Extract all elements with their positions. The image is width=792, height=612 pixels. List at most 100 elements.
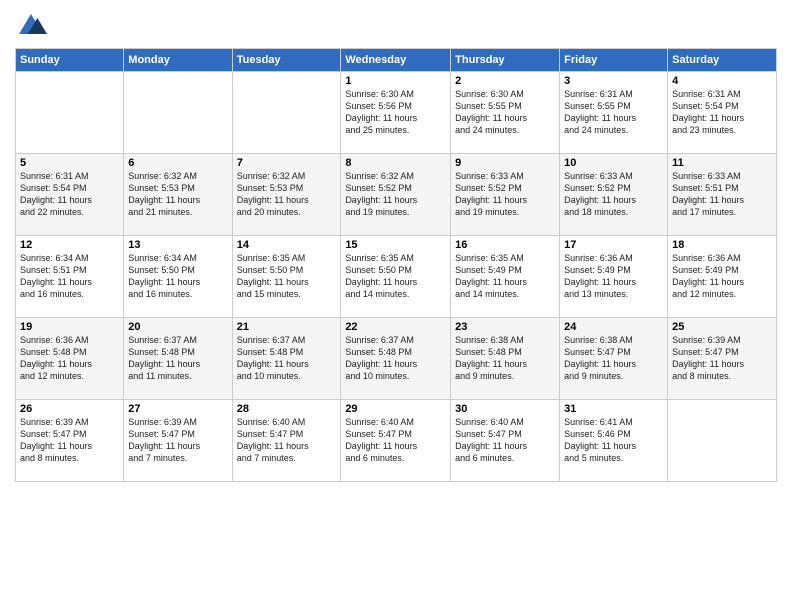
weekday-header-saturday: Saturday <box>668 49 777 72</box>
day-info: Sunrise: 6:34 AM Sunset: 5:50 PM Dayligh… <box>128 252 227 301</box>
day-info: Sunrise: 6:37 AM Sunset: 5:48 PM Dayligh… <box>237 334 337 383</box>
calendar-cell: 21Sunrise: 6:37 AM Sunset: 5:48 PM Dayli… <box>232 318 341 400</box>
day-info: Sunrise: 6:32 AM Sunset: 5:52 PM Dayligh… <box>345 170 446 219</box>
logo <box>15 10 51 42</box>
calendar-cell: 24Sunrise: 6:38 AM Sunset: 5:47 PM Dayli… <box>560 318 668 400</box>
day-info: Sunrise: 6:35 AM Sunset: 5:50 PM Dayligh… <box>345 252 446 301</box>
day-info: Sunrise: 6:40 AM Sunset: 5:47 PM Dayligh… <box>237 416 337 465</box>
calendar-cell: 10Sunrise: 6:33 AM Sunset: 5:52 PM Dayli… <box>560 154 668 236</box>
day-info: Sunrise: 6:38 AM Sunset: 5:48 PM Dayligh… <box>455 334 555 383</box>
weekday-header-wednesday: Wednesday <box>341 49 451 72</box>
calendar-cell: 7Sunrise: 6:32 AM Sunset: 5:53 PM Daylig… <box>232 154 341 236</box>
calendar-cell: 2Sunrise: 6:30 AM Sunset: 5:55 PM Daylig… <box>451 72 560 154</box>
day-number: 2 <box>455 75 555 87</box>
calendar-cell: 26Sunrise: 6:39 AM Sunset: 5:47 PM Dayli… <box>16 400 124 482</box>
day-info: Sunrise: 6:41 AM Sunset: 5:46 PM Dayligh… <box>564 416 663 465</box>
calendar-week-row-1: 1Sunrise: 6:30 AM Sunset: 5:56 PM Daylig… <box>16 72 777 154</box>
day-number: 18 <box>672 239 772 251</box>
day-info: Sunrise: 6:31 AM Sunset: 5:54 PM Dayligh… <box>20 170 119 219</box>
day-number: 25 <box>672 321 772 333</box>
header-row <box>15 10 777 42</box>
day-info: Sunrise: 6:40 AM Sunset: 5:47 PM Dayligh… <box>345 416 446 465</box>
day-info: Sunrise: 6:37 AM Sunset: 5:48 PM Dayligh… <box>345 334 446 383</box>
calendar-cell: 17Sunrise: 6:36 AM Sunset: 5:49 PM Dayli… <box>560 236 668 318</box>
day-info: Sunrise: 6:39 AM Sunset: 5:47 PM Dayligh… <box>672 334 772 383</box>
day-number: 17 <box>564 239 663 251</box>
day-info: Sunrise: 6:32 AM Sunset: 5:53 PM Dayligh… <box>128 170 227 219</box>
day-info: Sunrise: 6:35 AM Sunset: 5:50 PM Dayligh… <box>237 252 337 301</box>
day-number: 21 <box>237 321 337 333</box>
calendar-cell: 31Sunrise: 6:41 AM Sunset: 5:46 PM Dayli… <box>560 400 668 482</box>
day-number: 7 <box>237 157 337 169</box>
day-info: Sunrise: 6:35 AM Sunset: 5:49 PM Dayligh… <box>455 252 555 301</box>
main-container: SundayMondayTuesdayWednesdayThursdayFrid… <box>0 0 792 492</box>
calendar-cell: 9Sunrise: 6:33 AM Sunset: 5:52 PM Daylig… <box>451 154 560 236</box>
calendar-cell: 3Sunrise: 6:31 AM Sunset: 5:55 PM Daylig… <box>560 72 668 154</box>
day-number: 20 <box>128 321 227 333</box>
day-info: Sunrise: 6:34 AM Sunset: 5:51 PM Dayligh… <box>20 252 119 301</box>
day-info: Sunrise: 6:33 AM Sunset: 5:52 PM Dayligh… <box>455 170 555 219</box>
day-info: Sunrise: 6:36 AM Sunset: 5:49 PM Dayligh… <box>672 252 772 301</box>
day-info: Sunrise: 6:39 AM Sunset: 5:47 PM Dayligh… <box>128 416 227 465</box>
weekday-header-sunday: Sunday <box>16 49 124 72</box>
day-info: Sunrise: 6:33 AM Sunset: 5:51 PM Dayligh… <box>672 170 772 219</box>
calendar-week-row-2: 5Sunrise: 6:31 AM Sunset: 5:54 PM Daylig… <box>16 154 777 236</box>
weekday-header-tuesday: Tuesday <box>232 49 341 72</box>
calendar-cell: 1Sunrise: 6:30 AM Sunset: 5:56 PM Daylig… <box>341 72 451 154</box>
day-info: Sunrise: 6:31 AM Sunset: 5:54 PM Dayligh… <box>672 88 772 137</box>
calendar-week-row-4: 19Sunrise: 6:36 AM Sunset: 5:48 PM Dayli… <box>16 318 777 400</box>
day-number: 9 <box>455 157 555 169</box>
day-number: 30 <box>455 403 555 415</box>
weekday-header-friday: Friday <box>560 49 668 72</box>
day-info: Sunrise: 6:39 AM Sunset: 5:47 PM Dayligh… <box>20 416 119 465</box>
calendar-cell: 6Sunrise: 6:32 AM Sunset: 5:53 PM Daylig… <box>124 154 232 236</box>
day-number: 8 <box>345 157 446 169</box>
day-number: 12 <box>20 239 119 251</box>
calendar-cell: 25Sunrise: 6:39 AM Sunset: 5:47 PM Dayli… <box>668 318 777 400</box>
weekday-header-thursday: Thursday <box>451 49 560 72</box>
day-info: Sunrise: 6:31 AM Sunset: 5:55 PM Dayligh… <box>564 88 663 137</box>
weekday-header-row: SundayMondayTuesdayWednesdayThursdayFrid… <box>16 49 777 72</box>
calendar-cell: 14Sunrise: 6:35 AM Sunset: 5:50 PM Dayli… <box>232 236 341 318</box>
day-number: 16 <box>455 239 555 251</box>
day-number: 24 <box>564 321 663 333</box>
day-number: 23 <box>455 321 555 333</box>
calendar-cell: 23Sunrise: 6:38 AM Sunset: 5:48 PM Dayli… <box>451 318 560 400</box>
calendar-cell: 15Sunrise: 6:35 AM Sunset: 5:50 PM Dayli… <box>341 236 451 318</box>
calendar-cell: 4Sunrise: 6:31 AM Sunset: 5:54 PM Daylig… <box>668 72 777 154</box>
day-number: 13 <box>128 239 227 251</box>
calendar-cell: 22Sunrise: 6:37 AM Sunset: 5:48 PM Dayli… <box>341 318 451 400</box>
day-number: 26 <box>20 403 119 415</box>
calendar-cell <box>16 72 124 154</box>
day-number: 3 <box>564 75 663 87</box>
day-info: Sunrise: 6:36 AM Sunset: 5:49 PM Dayligh… <box>564 252 663 301</box>
day-number: 28 <box>237 403 337 415</box>
day-info: Sunrise: 6:30 AM Sunset: 5:55 PM Dayligh… <box>455 88 555 137</box>
day-number: 22 <box>345 321 446 333</box>
day-number: 4 <box>672 75 772 87</box>
day-number: 6 <box>128 157 227 169</box>
day-info: Sunrise: 6:33 AM Sunset: 5:52 PM Dayligh… <box>564 170 663 219</box>
day-info: Sunrise: 6:36 AM Sunset: 5:48 PM Dayligh… <box>20 334 119 383</box>
calendar-cell: 18Sunrise: 6:36 AM Sunset: 5:49 PM Dayli… <box>668 236 777 318</box>
calendar-cell <box>124 72 232 154</box>
calendar-cell: 29Sunrise: 6:40 AM Sunset: 5:47 PM Dayli… <box>341 400 451 482</box>
calendar-cell: 11Sunrise: 6:33 AM Sunset: 5:51 PM Dayli… <box>668 154 777 236</box>
day-number: 14 <box>237 239 337 251</box>
weekday-header-monday: Monday <box>124 49 232 72</box>
day-info: Sunrise: 6:37 AM Sunset: 5:48 PM Dayligh… <box>128 334 227 383</box>
calendar-cell: 20Sunrise: 6:37 AM Sunset: 5:48 PM Dayli… <box>124 318 232 400</box>
calendar-cell: 8Sunrise: 6:32 AM Sunset: 5:52 PM Daylig… <box>341 154 451 236</box>
day-number: 15 <box>345 239 446 251</box>
day-number: 19 <box>20 321 119 333</box>
calendar-cell: 13Sunrise: 6:34 AM Sunset: 5:50 PM Dayli… <box>124 236 232 318</box>
calendar-cell: 28Sunrise: 6:40 AM Sunset: 5:47 PM Dayli… <box>232 400 341 482</box>
day-number: 1 <box>345 75 446 87</box>
calendar-cell: 5Sunrise: 6:31 AM Sunset: 5:54 PM Daylig… <box>16 154 124 236</box>
day-number: 29 <box>345 403 446 415</box>
calendar-cell <box>232 72 341 154</box>
day-info: Sunrise: 6:38 AM Sunset: 5:47 PM Dayligh… <box>564 334 663 383</box>
day-number: 27 <box>128 403 227 415</box>
day-number: 31 <box>564 403 663 415</box>
calendar-cell: 27Sunrise: 6:39 AM Sunset: 5:47 PM Dayli… <box>124 400 232 482</box>
